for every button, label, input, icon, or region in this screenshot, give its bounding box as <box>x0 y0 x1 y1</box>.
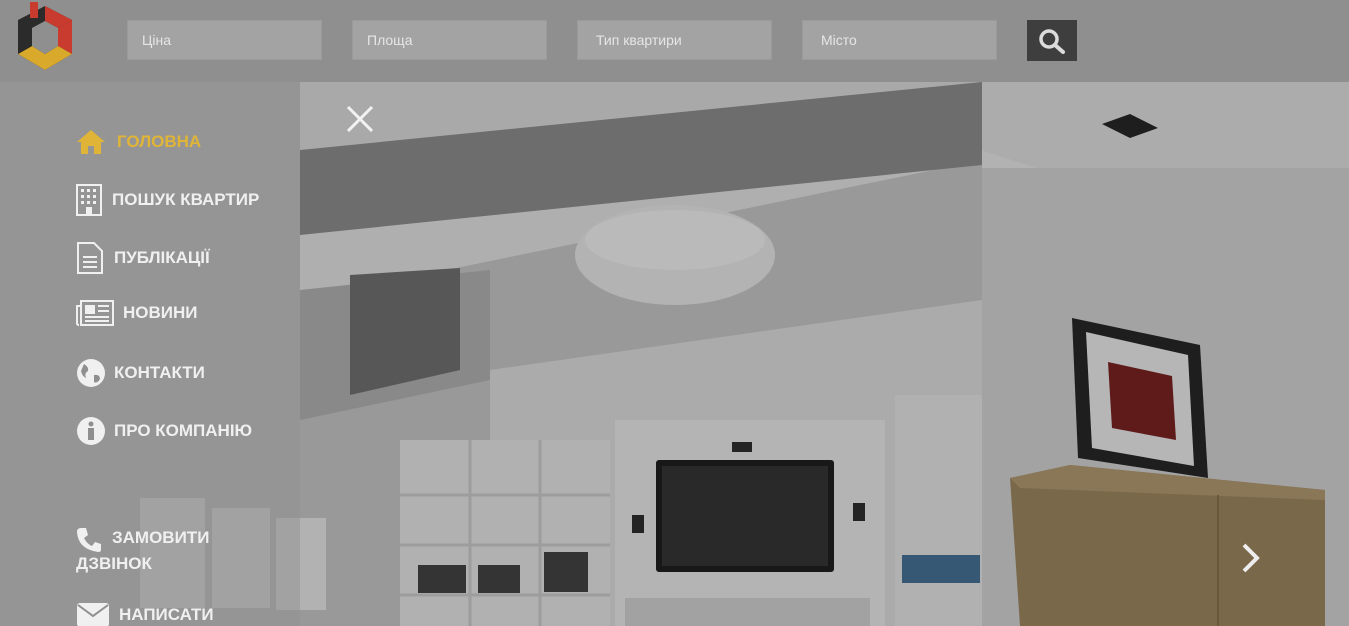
phone-icon <box>76 527 112 553</box>
menu-item-apartment-search[interactable]: ПОШУК КВАРТИР <box>76 184 259 216</box>
city-select[interactable]: Місто <box>802 20 997 60</box>
newspaper-icon <box>76 300 123 326</box>
envelope-icon <box>76 602 119 626</box>
menu-item-label: ПУБЛІКАЦІЇ <box>114 248 210 267</box>
search-icon <box>1039 29 1065 54</box>
company-logo[interactable] <box>14 2 76 74</box>
menu-item-news[interactable]: НОВИНИ <box>76 300 198 326</box>
menu-item-label: КОНТАКТИ <box>114 363 205 382</box>
menu-item-label: ГОЛОВНА <box>117 132 202 151</box>
menu-item-label: НАПИСАТИ <box>119 605 214 624</box>
info-icon <box>76 416 114 446</box>
close-menu-button[interactable] <box>342 101 378 137</box>
menu-item-contacts[interactable]: КОНТАКТИ <box>76 358 205 388</box>
close-icon <box>346 105 374 133</box>
menu-item-home[interactable]: ГОЛОВНА <box>76 129 201 155</box>
menu-item-order-call[interactable]: ЗАМОВИТИ ДЗВІНОК <box>76 527 246 575</box>
building-icon <box>76 184 112 216</box>
apartment-type-select[interactable]: Тип квартири <box>577 20 772 60</box>
area-input[interactable]: Площа <box>352 20 547 60</box>
menu-item-label: ПРО КОМПАНІЮ <box>114 421 253 440</box>
globe-icon <box>76 358 114 388</box>
menu-item-publications[interactable]: ПУБЛІКАЦІЇ <box>76 242 210 274</box>
menu-item-label: ПОШУК КВАРТИР <box>112 190 260 209</box>
search-button[interactable] <box>1027 20 1077 61</box>
menu-item-write[interactable]: НАПИСАТИ <box>76 602 214 626</box>
menu-item-label: НОВИНИ <box>123 303 198 322</box>
price-input[interactable]: Ціна <box>127 20 322 60</box>
home-icon <box>76 129 110 155</box>
document-icon <box>76 242 114 274</box>
top-bar: Ціна Площа Тип квартири Місто <box>0 0 1349 82</box>
chevron-right-icon <box>1242 543 1260 573</box>
menu-item-about[interactable]: ПРО КОМПАНІЮ <box>76 416 252 446</box>
slider-next-button[interactable] <box>1236 540 1266 576</box>
